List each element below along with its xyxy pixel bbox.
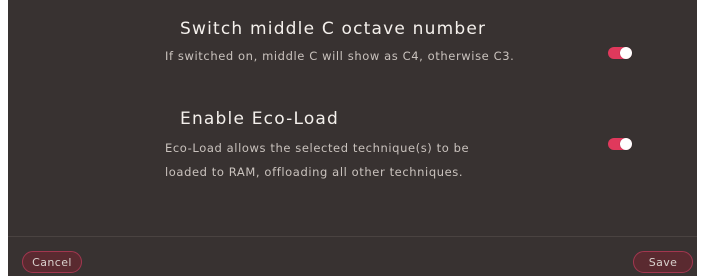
setting-title-middle-c: Switch middle C octave number bbox=[180, 19, 487, 39]
save-button[interactable]: Save bbox=[633, 251, 693, 273]
middle-c-octave-toggle[interactable] bbox=[608, 47, 632, 59]
setting-description-middle-c: If switched on, middle C will show as C4… bbox=[165, 49, 515, 63]
toggle-knob bbox=[620, 138, 632, 150]
settings-panel: Switch middle C octave number If switche… bbox=[8, 0, 697, 276]
cancel-button[interactable]: Cancel bbox=[22, 251, 82, 273]
setting-description-eco-load-line1: Eco-Load allows the selected technique(s… bbox=[165, 141, 470, 155]
eco-load-toggle[interactable] bbox=[608, 138, 632, 150]
toggle-knob bbox=[620, 47, 632, 59]
setting-title-eco-load: Enable Eco-Load bbox=[180, 109, 340, 129]
setting-description-eco-load-line2: loaded to RAM, offloading all other tech… bbox=[165, 165, 464, 179]
footer-divider bbox=[8, 236, 697, 237]
